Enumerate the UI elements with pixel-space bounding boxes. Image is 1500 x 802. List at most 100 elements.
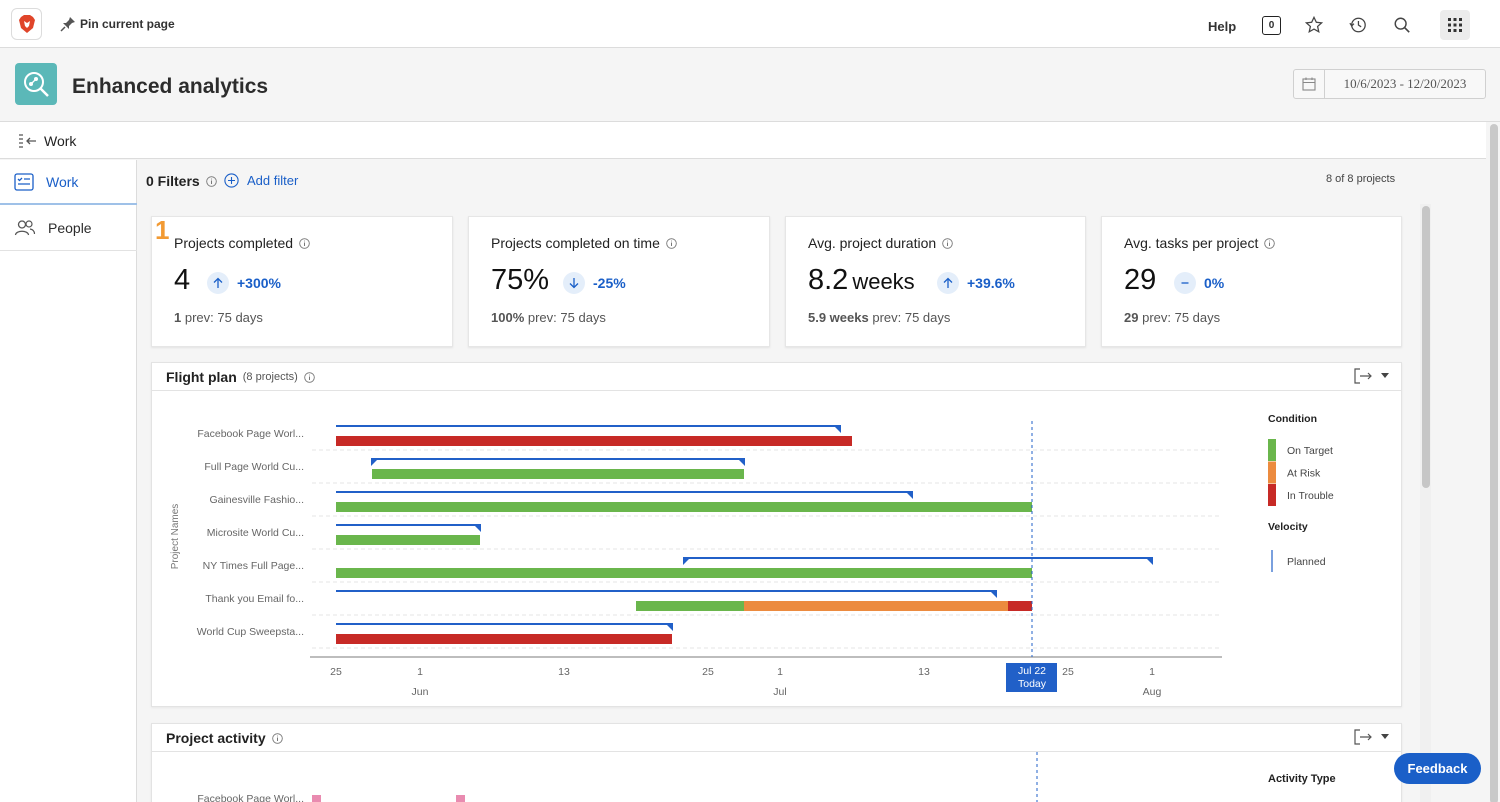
brand-logo[interactable]	[11, 8, 42, 40]
collapse-nav-button[interactable]	[18, 133, 38, 154]
kpi-title-text: Projects completed on time	[491, 235, 660, 251]
history-icon	[1349, 17, 1366, 33]
kpi-previous: 29 prev: 75 days	[1124, 310, 1220, 325]
info-icon[interactable]	[205, 175, 217, 187]
kpi-value: 4	[174, 264, 190, 297]
info-icon[interactable]	[942, 237, 953, 249]
page-scrollbar[interactable]	[1490, 124, 1498, 802]
analytics-app-icon	[15, 63, 57, 105]
kpi-change-value: +300%	[237, 275, 281, 291]
nav-item-label: Work	[46, 173, 79, 190]
kpi-title: Avg. project duration	[808, 235, 953, 251]
pin-icon	[60, 17, 75, 32]
x-month-label: Jun	[412, 686, 429, 698]
legend-label: In Trouble	[1287, 490, 1334, 502]
planned-end-marker	[665, 623, 673, 631]
planned-end-marker	[833, 425, 841, 433]
kpi-card-avg-duration: Avg. project duration 8.2 weeks +39.6% 5.…	[785, 216, 1086, 347]
x-tick-label: 25	[1062, 666, 1074, 678]
kpi-prev-value: 5.9 weeks	[808, 310, 869, 325]
search-button[interactable]	[1391, 14, 1413, 36]
recents-button[interactable]	[1347, 14, 1369, 36]
favorites-button[interactable]	[1303, 14, 1325, 36]
kpi-card-avg-tasks: Avg. tasks per project 29 0% 29 prev: 75…	[1101, 216, 1402, 347]
kpi-title: Avg. tasks per project	[1124, 235, 1276, 251]
kpi-change-value: -25%	[593, 275, 626, 291]
arrow-up-icon	[207, 272, 229, 294]
pin-label: Pin current page	[80, 17, 175, 31]
step-marker-1: 1	[155, 215, 170, 245]
x-month-label: Aug	[1143, 686, 1162, 698]
kpi-title: Projects completed	[174, 235, 310, 251]
nav-item-people[interactable]: People	[0, 206, 137, 251]
flight-plan-chart: Project Names Facebook Page Worl... Full P…	[170, 413, 1334, 698]
actual-bar	[372, 469, 744, 479]
kpi-previous: 5.9 weeks prev: 75 days	[808, 310, 950, 325]
info-icon[interactable]	[299, 237, 310, 249]
page-header: Enhanced analytics 10/6/2023 - 12/20/202…	[0, 49, 1500, 122]
kpi-value: 8.2 weeks	[808, 264, 915, 297]
notifications-badge[interactable]: 0	[1262, 16, 1281, 35]
planned-end-marker	[737, 458, 745, 466]
kpi-change: +39.6%	[937, 272, 1015, 294]
date-range-picker[interactable]: 10/6/2023 - 12/20/2023	[1293, 69, 1486, 99]
info-icon[interactable]	[666, 237, 677, 249]
project-activity-chart: Facebook Page Worl... Activity Type	[197, 752, 1336, 802]
actual-bar	[744, 601, 1008, 611]
x-tick-label: 1	[777, 666, 783, 678]
actual-bar	[336, 634, 672, 644]
kpi-previous: 100% prev: 75 days	[491, 310, 606, 325]
legend-title: Activity Type	[1268, 773, 1336, 785]
kpi-change: +300%	[207, 272, 281, 294]
nav-item-work[interactable]: Work	[0, 160, 137, 205]
content-scrollbar-thumb[interactable]	[1422, 206, 1430, 488]
kpi-value-number: 4	[174, 264, 191, 296]
flight-plan-panel: Flight plan (8 projects) Project Names Fa…	[151, 362, 1402, 707]
activity-marker	[312, 795, 321, 802]
kpi-prev-text: prev: 75 days	[527, 310, 606, 325]
planned-start-marker	[683, 557, 691, 565]
feedback-button[interactable]: Feedback	[1394, 753, 1481, 784]
x-tick-label: 25	[702, 666, 714, 678]
legend-label: Planned	[1287, 556, 1326, 568]
filters-summary: 0 Filters	[146, 173, 217, 189]
add-filter-label: Add filter	[247, 173, 299, 188]
kpi-title-text: Projects completed	[174, 235, 294, 251]
filters-label: 0 Filters	[146, 173, 200, 189]
add-filter-button[interactable]: Add filter	[224, 173, 298, 188]
kpi-value-number: 29	[1124, 264, 1157, 296]
planned-start-marker	[371, 458, 379, 466]
pin-current-page-button[interactable]: Pin current page	[60, 16, 175, 32]
legend-title: Velocity	[1268, 521, 1308, 533]
x-tick-label: 1	[417, 666, 423, 678]
kpi-prev-text: prev: 75 days	[184, 310, 263, 325]
project-name-label: Full Page World Cu...	[204, 461, 304, 473]
star-icon	[1305, 16, 1323, 33]
kpi-title-text: Avg. tasks per project	[1124, 235, 1259, 251]
kpi-prev-value: 29	[1124, 310, 1139, 325]
today-label: Today	[1018, 678, 1047, 690]
section-breadcrumb: Work	[0, 122, 1486, 159]
project-name-label: Facebook Page Worl...	[197, 428, 304, 440]
legend-swatch	[1268, 439, 1276, 461]
legend-title: Condition	[1268, 413, 1317, 425]
side-nav: Work People	[0, 160, 137, 802]
kpi-previous: 1 prev: 75 days	[174, 310, 263, 325]
kpi-title: Projects completed on time	[491, 235, 677, 251]
kpi-value: 29	[1124, 264, 1156, 297]
project-count: 8 of 8 projects	[1326, 173, 1396, 185]
project-name-label: Microsite World Cu...	[207, 527, 304, 539]
kpi-card-on-time: Projects completed on time 75% -25% 100%…	[468, 216, 770, 347]
x-month-label: Jul	[773, 686, 786, 698]
help-link[interactable]: Help	[1208, 19, 1236, 34]
project-activity-panel: Project activity Facebook Page Worl... A…	[151, 723, 1402, 802]
legend-label: At Risk	[1287, 468, 1321, 480]
arrow-down-icon	[563, 272, 585, 294]
actual-bar	[336, 535, 480, 545]
people-icon	[14, 220, 36, 236]
kpi-prev-value: 1	[174, 310, 182, 325]
brave-logo-icon	[18, 15, 35, 33]
info-icon[interactable]	[1264, 237, 1276, 249]
x-tick-label: 1	[1149, 666, 1155, 678]
app-launcher-button[interactable]	[1440, 10, 1470, 40]
